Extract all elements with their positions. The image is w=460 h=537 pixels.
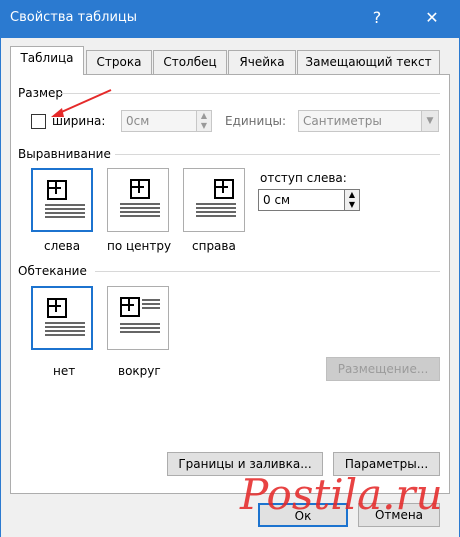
align-center-label: по центру — [107, 239, 172, 253]
close-icon[interactable]: ✕ — [420, 6, 444, 30]
tab-table[interactable]: Таблица — [10, 46, 84, 75]
units-select[interactable]: Сантиметры — [298, 110, 422, 132]
indent-input[interactable]: 0 см — [258, 189, 345, 211]
wrap-none-label: нет — [53, 364, 76, 378]
tab-panel — [10, 74, 450, 494]
align-right-label: справа — [192, 239, 236, 253]
align-left-option[interactable] — [31, 168, 93, 232]
indent-label: отступ слева: — [260, 171, 347, 185]
divider — [115, 154, 440, 155]
width-spinner[interactable]: ▲ ▼ — [196, 110, 212, 132]
tab-alt-text[interactable]: Замещающий текст — [297, 50, 440, 74]
chevron-down-icon[interactable]: ▼ — [421, 110, 439, 132]
units-label: Единицы: — [225, 114, 287, 128]
align-right-option[interactable] — [183, 168, 245, 232]
placement-button[interactable]: Размещение... — [326, 357, 440, 381]
width-checkbox[interactable] — [31, 114, 46, 129]
wrap-none-option[interactable] — [31, 286, 93, 350]
wrap-around-label: вокруг — [118, 364, 161, 378]
wrap-around-option[interactable] — [107, 286, 169, 350]
divider — [95, 271, 440, 272]
arrow-annotation — [51, 89, 112, 117]
tab-row[interactable]: Строка — [86, 50, 152, 74]
align-left-label: слева — [44, 239, 81, 253]
help-icon[interactable]: ? — [365, 6, 389, 30]
alignment-group-label: Выравнивание — [18, 147, 111, 161]
align-center-option[interactable] — [107, 168, 169, 232]
window-title: Свойства таблицы — [10, 10, 138, 25]
tab-cell[interactable]: Ячейка — [228, 50, 296, 74]
divider — [60, 93, 440, 94]
wrapping-group-label: Обтекание — [18, 264, 87, 278]
indent-spinner[interactable]: ▲ ▼ — [344, 189, 360, 211]
watermark-logo: Postila.ru — [240, 470, 443, 519]
width-input[interactable]: 0см — [121, 110, 197, 132]
tab-column[interactable]: Столбец — [153, 50, 227, 74]
